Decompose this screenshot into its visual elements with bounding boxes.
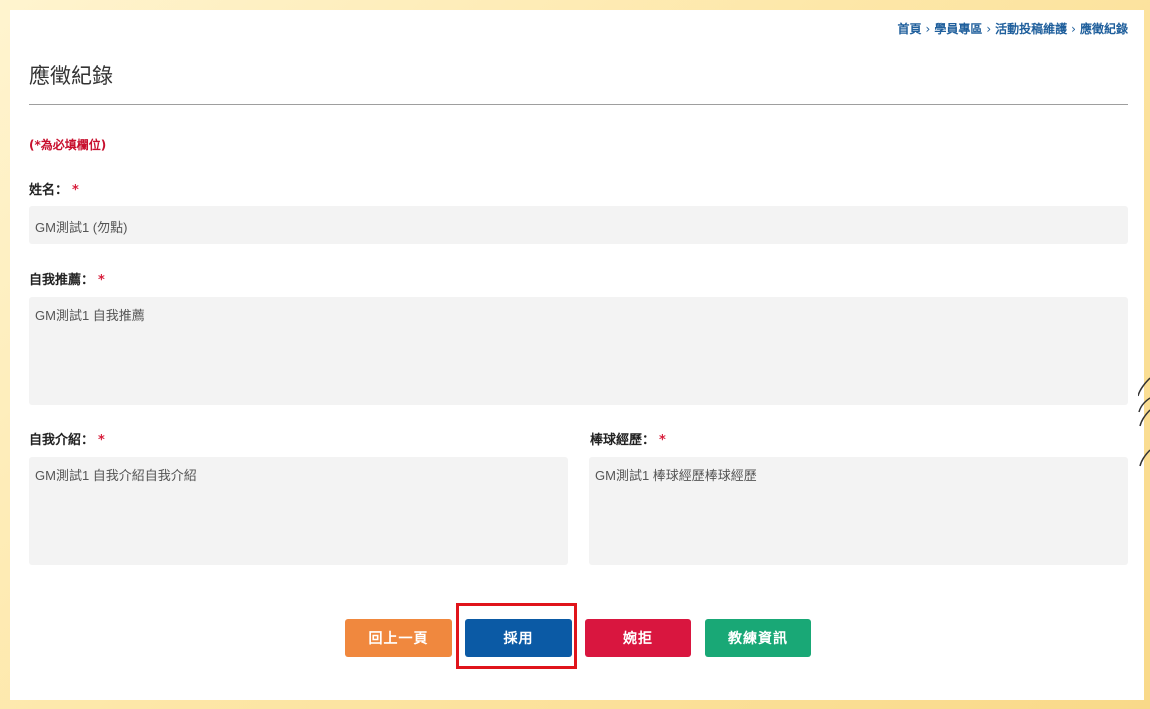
- baseball-exp-value: GM測試1 棒球經歷棒球經歷: [595, 468, 757, 483]
- self-intro-value: GM測試1 自我介紹自我介紹: [35, 468, 197, 483]
- breadcrumb-activity-posts[interactable]: 活動投稿維護: [995, 20, 1067, 37]
- self-recommend-label-text: 自我推薦：: [29, 273, 95, 288]
- title-divider: [29, 104, 1128, 105]
- breadcrumb-student-area[interactable]: 學員專區: [934, 20, 982, 37]
- name-value: GM測試1 (勿點): [35, 220, 128, 235]
- breadcrumb-home[interactable]: 首頁: [898, 20, 922, 37]
- baseball-exp-label: 棒球經歷： *: [590, 429, 666, 448]
- name-label-text: 姓名：: [29, 183, 69, 198]
- required-star: *: [72, 183, 79, 198]
- coach-info-button[interactable]: 教練資訊: [705, 619, 811, 657]
- required-star: *: [98, 273, 105, 288]
- self-intro-label-text: 自我介紹：: [29, 433, 95, 448]
- accept-button-highlight: [456, 603, 577, 669]
- self-recommend-textarea[interactable]: GM測試1 自我推薦: [29, 297, 1128, 405]
- required-note: (*為必填欄位): [29, 138, 107, 152]
- breadcrumb: 首頁 › 學員專區 › 活動投稿維護 › 應徵紀錄: [898, 20, 1129, 37]
- breadcrumb-current: 應徵紀錄: [1079, 22, 1128, 36]
- chevron-right-icon: ›: [986, 21, 992, 36]
- self-recommend-label: 自我推薦： *: [29, 269, 105, 288]
- page-title: 應徵紀錄: [29, 64, 113, 88]
- required-star: *: [98, 433, 105, 448]
- decorative-swirl-icon: [1138, 377, 1150, 467]
- self-intro-textarea[interactable]: GM測試1 自我介紹自我介紹: [29, 457, 568, 565]
- name-label: 姓名： *: [29, 179, 79, 198]
- chevron-right-icon: ›: [925, 21, 931, 36]
- chevron-right-icon: ›: [1071, 21, 1076, 36]
- baseball-exp-label-text: 棒球經歷：: [590, 433, 656, 448]
- self-recommend-value: GM測試1 自我推薦: [35, 308, 145, 323]
- content-card: 首頁 › 學員專區 › 活動投稿維護 › 應徵紀錄 應徵紀錄 (*為必填欄位) …: [10, 10, 1144, 700]
- back-button[interactable]: 回上一頁: [345, 619, 452, 657]
- name-field[interactable]: GM測試1 (勿點): [29, 206, 1128, 244]
- baseball-exp-textarea[interactable]: GM測試1 棒球經歷棒球經歷: [589, 457, 1128, 565]
- self-intro-label: 自我介紹： *: [29, 429, 105, 448]
- required-star: *: [659, 433, 666, 448]
- decline-button[interactable]: 婉拒: [585, 619, 691, 657]
